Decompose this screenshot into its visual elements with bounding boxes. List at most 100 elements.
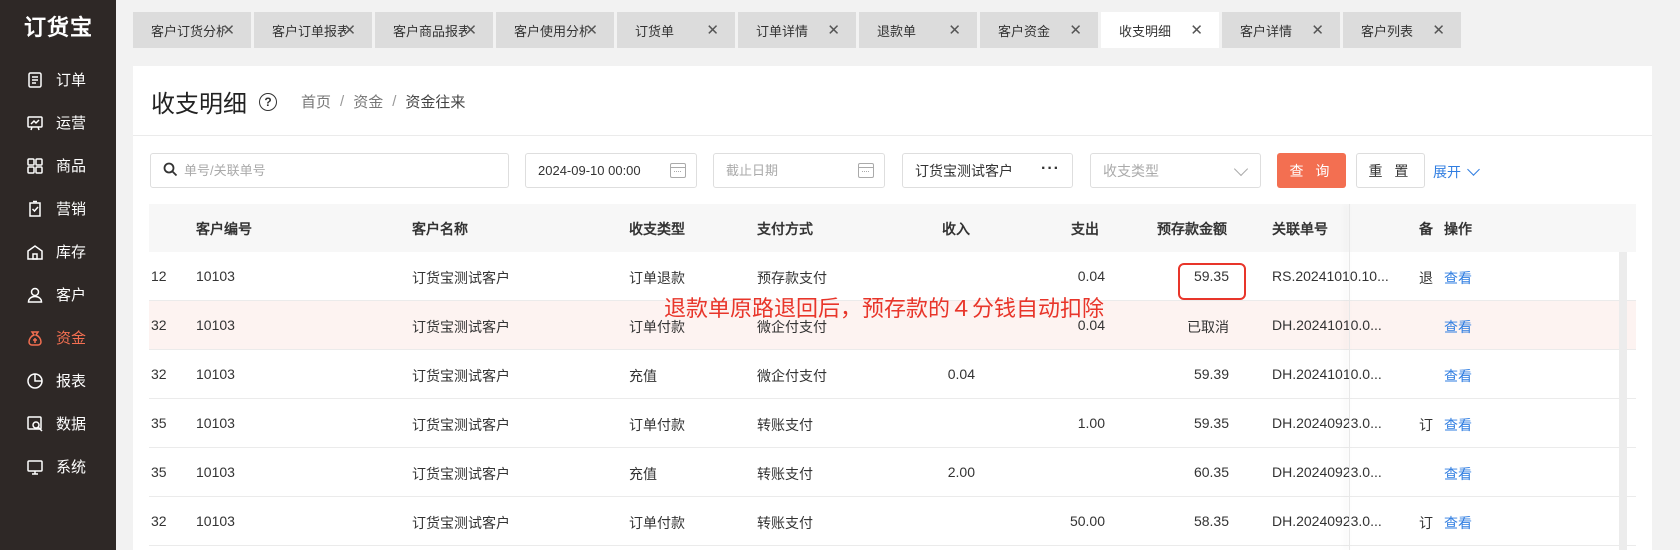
end-date-field[interactable] (713, 153, 885, 188)
close-icon[interactable]: ✕ (1311, 21, 1324, 39)
view-link[interactable]: 查看 (1444, 366, 1472, 386)
sidebar-item-label: 资金 (56, 330, 87, 347)
cell-balance: 58.35 (1193, 513, 1229, 529)
sidebar-item-data[interactable]: 数据 (0, 402, 116, 445)
cell-id: 12 (151, 268, 167, 284)
customer-icon (26, 286, 44, 304)
close-icon[interactable]: ✕ (827, 21, 840, 39)
help-icon[interactable]: ? (259, 92, 277, 111)
table-row: 32 10103 订货宝测试客户 充值 微企付支付 0.04 59.39 DH.… (149, 350, 1636, 399)
tab-customer-list[interactable]: 客户列表 ✕ (1343, 12, 1461, 48)
column-header: 收入 (942, 221, 970, 237)
close-icon[interactable]: ✕ (1190, 21, 1203, 39)
tab-customer-order-analysis[interactable]: 客户订货分析 ✕ (133, 12, 251, 48)
close-icon[interactable]: ✕ (585, 21, 598, 39)
tab-customer-funds[interactable]: 客户资金 ✕ (980, 12, 1098, 48)
more-icon[interactable]: ··· (1041, 160, 1060, 178)
view-link[interactable]: 查看 (1444, 513, 1472, 533)
expand-toggle[interactable]: 展开 (1433, 162, 1480, 182)
start-date-input[interactable] (538, 163, 662, 178)
cell-type: 订单付款 (629, 515, 685, 531)
close-icon[interactable]: ✕ (706, 21, 719, 39)
tab-purchase-order[interactable]: 订货单 ✕ (617, 12, 735, 48)
breadcrumb-funds[interactable]: 资金 (353, 91, 383, 112)
cell-payment: 转账支付 (757, 515, 813, 531)
column-header: 支付方式 (757, 221, 813, 237)
sidebar-item-operation[interactable]: 运营 (0, 101, 116, 144)
sidebar-item-label: 数据 (56, 416, 87, 433)
cell-balance: 59.35 (1193, 415, 1229, 431)
marketing-icon (26, 200, 44, 218)
query-button[interactable]: 查 询 (1277, 153, 1346, 188)
sidebar-item-label: 系统 (56, 459, 87, 476)
column-header: 支出 (1071, 221, 1099, 237)
sidebar-item-report[interactable]: 报表 (0, 359, 116, 402)
tab-customer-product-report[interactable]: 客户商品报表 ✕ (375, 12, 493, 48)
customer-select[interactable]: 订货宝测试客户 ··· (902, 153, 1073, 188)
data-icon (26, 415, 44, 433)
operation-icon (26, 114, 44, 132)
view-link[interactable]: 查看 (1444, 415, 1472, 435)
sidebar-item-system[interactable]: 系统 (0, 445, 116, 488)
reset-button[interactable]: 重 置 (1356, 153, 1425, 188)
tab-customer-order-report[interactable]: 客户订单报表 ✕ (254, 12, 372, 48)
cell-note: 退 (1419, 270, 1433, 286)
close-icon[interactable]: ✕ (343, 21, 356, 39)
tab-refund[interactable]: 退款单 ✕ (859, 12, 977, 48)
cell-customer-name: 订货宝测试客户 (412, 368, 510, 384)
cell-type: 充值 (629, 466, 657, 482)
close-icon[interactable]: ✕ (1432, 21, 1445, 39)
cell-expense: 50.00 (1069, 513, 1105, 529)
start-date-field[interactable] (525, 153, 697, 188)
chevron-down-icon (1467, 163, 1480, 176)
cell-id: 35 (151, 464, 167, 480)
sidebar-item-product[interactable]: 商品 (0, 144, 116, 187)
cell-note: 订 (1419, 515, 1433, 531)
tab-order-detail[interactable]: 订单详情 ✕ (738, 12, 856, 48)
sidebar-item-label: 订单 (56, 72, 87, 89)
expand-label: 展开 (1433, 164, 1461, 180)
search-field[interactable] (150, 153, 509, 188)
sidebar-item-label: 运营 (56, 115, 87, 132)
sidebar-item-customer[interactable]: 客户 (0, 273, 116, 316)
column-header: 预存款金额 (1157, 221, 1227, 237)
tab-customer-detail[interactable]: 客户详情 ✕ (1222, 12, 1340, 48)
tab-label: 客户详情 (1240, 23, 1293, 39)
cell-income: 2.00 (947, 464, 975, 480)
tab-customer-usage-analysis[interactable]: 客户使用分析 ✕ (496, 12, 614, 48)
tab-income-expense[interactable]: 收支明细 ✕ (1101, 12, 1219, 48)
type-select[interactable]: 收支类型 (1090, 153, 1261, 188)
vertical-scrollbar[interactable] (1619, 252, 1627, 550)
tab-label: 退款单 (877, 23, 917, 39)
view-link[interactable]: 查看 (1444, 268, 1472, 288)
sidebar-item-order[interactable]: 订单 (0, 58, 116, 101)
close-icon[interactable]: ✕ (464, 21, 477, 39)
tab-label: 客户商品报表 (393, 23, 467, 39)
cell-customer-code: 10103 (196, 464, 235, 480)
table-row: 35 10103 订货宝测试客户 充值 转账支付 2.00 60.35 DH.2… (149, 448, 1636, 497)
cell-ref: DH.20241010.0... (1272, 366, 1382, 382)
sidebar: 订货宝 订单 运营 商品 营销 库存 客户 资金 报表 数据 系统 (0, 0, 116, 550)
sidebar-item-money[interactable]: 资金 (0, 316, 116, 359)
close-icon[interactable]: ✕ (222, 21, 235, 39)
cell-id: 35 (151, 415, 167, 431)
app-logo[interactable]: 订货宝 (24, 10, 93, 42)
sidebar-item-marketing[interactable]: 营销 (0, 187, 116, 230)
search-icon (163, 162, 178, 180)
view-link[interactable]: 查看 (1444, 317, 1472, 337)
cell-payment: 转账支付 (757, 417, 813, 433)
end-date-input[interactable] (726, 163, 850, 178)
search-input[interactable] (184, 163, 504, 178)
product-icon (26, 157, 44, 175)
inventory-icon (26, 243, 44, 261)
close-icon[interactable]: ✕ (948, 21, 961, 39)
view-link[interactable]: 查看 (1444, 464, 1472, 484)
cell-note: 订 (1419, 417, 1433, 433)
cell-ref: DH.20240923.0... (1272, 415, 1382, 431)
cell-expense: 1.00 (1077, 415, 1105, 431)
close-icon[interactable]: ✕ (1069, 21, 1082, 39)
breadcrumb-home[interactable]: 首页 (301, 91, 331, 112)
column-header: 关联单号 (1272, 221, 1328, 237)
sidebar-item-inventory[interactable]: 库存 (0, 230, 116, 273)
column-header: 备 (1419, 221, 1433, 237)
